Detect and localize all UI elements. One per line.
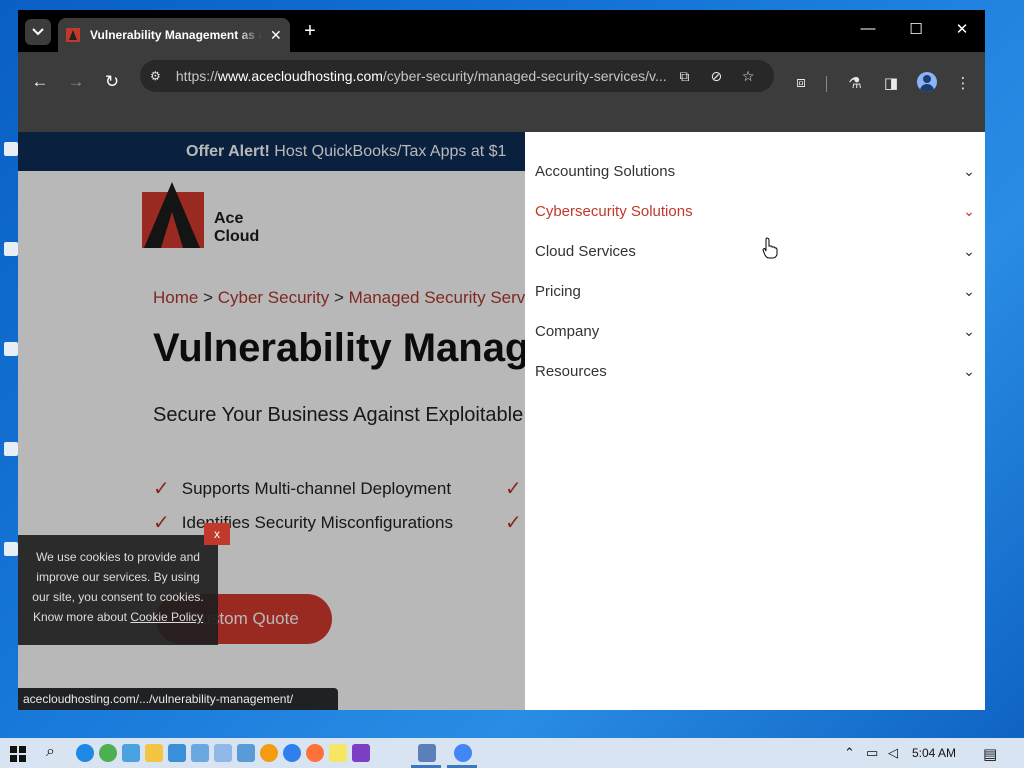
windows-start-icon[interactable] (10, 746, 26, 762)
windows-taskbar: ⌕ ⌃ ▭ ◁ 5:04 AM ▤ (0, 738, 1024, 768)
onedrive-icon[interactable] (76, 744, 94, 762)
extensions-icon[interactable]: ⧈ (790, 74, 812, 91)
desktop-icon[interactable] (4, 342, 18, 356)
close-tab-icon[interactable]: ✕ (270, 27, 282, 44)
address-bar[interactable]: ⚙ https://www.acecloudhosting.com/cyber-… (140, 60, 774, 92)
forward-arrow-icon[interactable]: → (64, 72, 88, 92)
link-status-bar: acecloudhosting.com/.../vulnerability-ma… (18, 688, 338, 710)
profile-avatar-icon[interactable] (917, 72, 937, 92)
notepad-icon[interactable] (329, 744, 347, 762)
browser-toolbar: ← → ↻ ⚙ https://www.acecloudhosting.com/… (18, 52, 985, 132)
more-menu-icon[interactable]: ⋮ (952, 74, 974, 92)
browser-window: Vulnerability Management as a Service ✕ … (18, 10, 985, 710)
menu-item-company[interactable]: Company ⌄ (535, 311, 977, 351)
search-icon[interactable]: ⌕ (46, 743, 55, 761)
chrome-icon[interactable] (454, 744, 472, 762)
url-text[interactable]: https://www.acecloudhosting.com/cyber-se… (176, 68, 669, 84)
browser-tab-active[interactable]: Vulnerability Management as a Service ✕ (58, 18, 290, 52)
bookmark-star-icon[interactable]: ☆ (732, 68, 764, 85)
app-icon[interactable] (283, 744, 301, 762)
site-favicon-icon (66, 28, 80, 42)
chevron-down-icon: ⌄ (963, 282, 975, 299)
cookie-close-button[interactable]: x (204, 523, 230, 545)
cookie-notice: We use cookies to provide and improve ou… (18, 535, 218, 645)
app-icon[interactable] (418, 744, 436, 762)
menu-item-cloud-services[interactable]: Cloud Services ⌄ (535, 231, 977, 271)
clock[interactable]: 5:04 AM (912, 746, 956, 760)
close-window-button[interactable]: ✕ (950, 20, 974, 38)
visual-studio-icon[interactable] (352, 744, 370, 762)
minimize-button[interactable]: — (856, 20, 880, 37)
tab-title: Vulnerability Management as a Service (90, 28, 262, 42)
app-icon[interactable] (260, 744, 278, 762)
chevron-down-icon: ⌄ (963, 322, 975, 339)
menu-item-accounting[interactable]: Accounting Solutions ⌄ (535, 151, 977, 191)
chevron-down-icon: ⌄ (963, 362, 975, 379)
tracking-protection-icon[interactable]: ⊘ (700, 68, 732, 85)
chevron-down-icon (32, 28, 44, 36)
notifications-icon[interactable]: ▤ (983, 745, 997, 763)
tab-search-button[interactable] (25, 19, 51, 45)
desktop-icon[interactable] (4, 142, 18, 156)
chevron-down-icon: ⌄ (963, 162, 975, 179)
reload-icon[interactable]: ↻ (100, 72, 124, 92)
install-app-icon[interactable]: ⧉ (669, 68, 701, 85)
network-icon[interactable]: ▭ (866, 745, 878, 761)
menu-item-pricing[interactable]: Pricing ⌄ (535, 271, 977, 311)
site-info-icon[interactable]: ⚙ (150, 69, 166, 83)
chevron-down-icon: ⌄ (963, 202, 975, 219)
cookie-policy-link[interactable]: Cookie Policy (130, 610, 203, 624)
app-icon[interactable] (168, 744, 186, 762)
chevron-up-icon[interactable]: ⌃ (844, 745, 855, 761)
desktop-icon[interactable] (4, 542, 18, 556)
toolbar-divider (826, 76, 827, 92)
firefox-icon[interactable] (306, 744, 324, 762)
web-page: Offer Alert! Host QuickBooks/Tax Apps at… (18, 132, 985, 710)
back-arrow-icon[interactable]: ← (28, 72, 52, 92)
side-panel-icon[interactable]: ◨ (880, 74, 902, 92)
app-icon[interactable] (237, 744, 255, 762)
desktop-icon[interactable] (4, 442, 18, 456)
people-icon[interactable] (99, 744, 117, 762)
volume-muted-icon[interactable]: ◁ (888, 745, 898, 761)
chevron-down-icon: ⌄ (963, 242, 975, 259)
hand-cursor-icon (762, 237, 778, 259)
maximize-button[interactable]: ☐ (904, 20, 928, 38)
desktop-app-icon[interactable] (122, 744, 140, 762)
tab-strip: Vulnerability Management as a Service ✕ … (18, 10, 985, 52)
app-icon[interactable] (191, 744, 209, 762)
app-icon[interactable] (214, 744, 232, 762)
new-tab-button[interactable]: + (300, 20, 320, 43)
side-menu: Accounting Solutions ⌄ Cybersecurity Solu… (525, 132, 985, 710)
labs-flask-icon[interactable]: ⚗ (844, 74, 866, 92)
menu-item-resources[interactable]: Resources ⌄ (535, 351, 977, 391)
menu-item-cybersecurity[interactable]: Cybersecurity Solutions ⌄ (535, 191, 977, 231)
file-explorer-icon[interactable] (145, 744, 163, 762)
desktop-icon[interactable] (4, 242, 18, 256)
